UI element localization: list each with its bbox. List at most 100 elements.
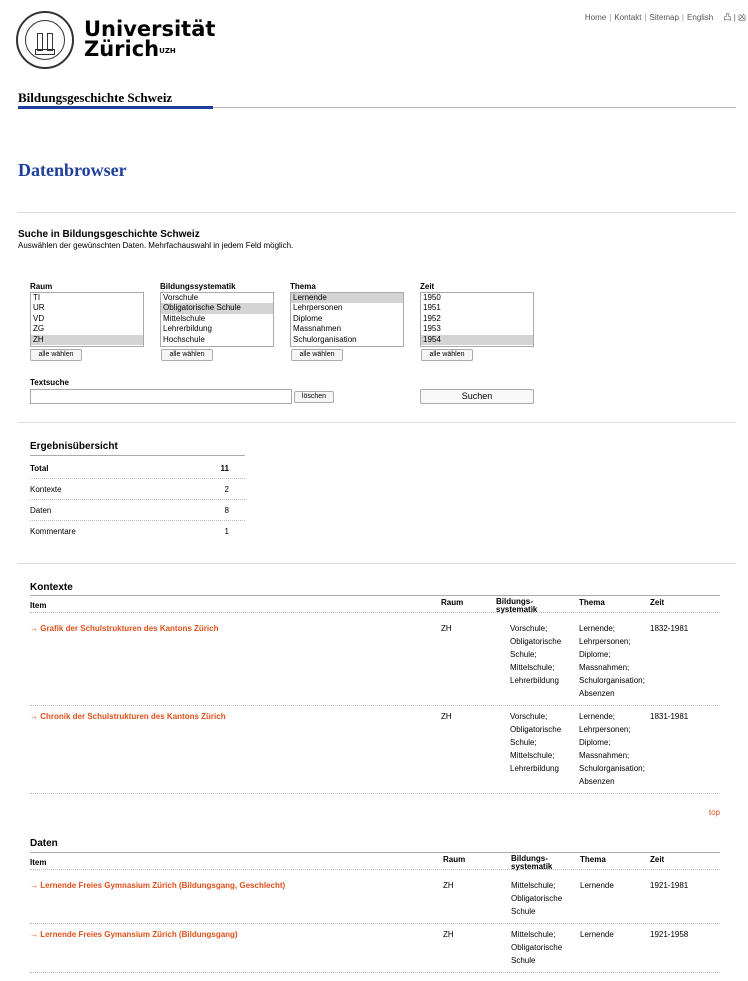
cell-raum: ZH (441, 624, 452, 633)
thema-listbox[interactable]: Lernende Lehrpersonen Diplome Massnahmen Sch… (290, 292, 404, 347)
col-item: Item (30, 601, 47, 610)
listbox-option[interactable]: TI (31, 293, 143, 303)
cell-bildungssystematik: Vorschule; Obligatorische Schule; Mittelsch… (510, 712, 562, 773)
divider (18, 212, 736, 213)
university-abbrev: UZH (159, 47, 176, 55)
listbox-option[interactable]: Lehrerbildung (161, 324, 273, 334)
kontexte-table-header: Item Raum Bildungs-systematik Thema Zeit (30, 595, 720, 614)
table-row: → Grafik der Schulstrukturen des Kantons… (30, 618, 720, 706)
listbox-option[interactable]: VD (31, 314, 143, 324)
cell-raum: ZH (443, 881, 454, 890)
thema-label: Thema (290, 282, 316, 291)
zeit-select-all-button[interactable]: alle wählen (421, 349, 473, 361)
nav-sitemap-link[interactable]: Sitemap (650, 13, 679, 22)
cell-raum: ZH (443, 930, 454, 939)
seal-building-base (35, 49, 55, 55)
cell-zeit: 1831-1981 (650, 712, 689, 721)
listbox-option[interactable]: ZG (31, 324, 143, 334)
search-heading: Suche in Bildungsgeschichte Schweiz (18, 229, 200, 240)
item-link[interactable]: → Grafik der Schulstrukturen des Kantons… (30, 622, 218, 635)
cell-thema: Lernende; Lehrpersonen; Diplome; Massnahmen… (579, 624, 645, 698)
kontexte-heading: Kontexte (30, 582, 73, 593)
seal-inner-ring (25, 20, 65, 60)
listbox-option[interactable]: Lernende (291, 293, 403, 304)
nav-home-link[interactable]: Home (585, 13, 606, 22)
item-link[interactable]: → Chronik der Schulstrukturen des Kanton… (30, 710, 226, 723)
nav-kontakt-link[interactable]: Kontakt (614, 13, 641, 22)
daten-table-header: Item Raum Bildungs-systematik Thema Zeit (30, 852, 720, 871)
raum-listbox[interactable]: TI UR VD ZG ZH (30, 292, 144, 347)
university-seal-logo[interactable] (16, 11, 74, 69)
cell-zeit: 1832-1981 (650, 624, 689, 633)
daten-heading: Daten (30, 838, 58, 849)
bildungssystematik-label: Bildungssystematik (160, 282, 236, 291)
cell-bildungssystematik: Mittelschule; Obligatorische Schule (511, 930, 563, 965)
raum-label: Raum (30, 282, 53, 291)
nav-english-link[interactable]: English (687, 13, 713, 22)
cell-raum: ZH (441, 712, 452, 721)
header-divider (213, 107, 736, 108)
cell-thema: Lernende (580, 881, 614, 890)
search-button[interactable]: Suchen (420, 389, 534, 404)
summary-heading: Ergebnisübersicht (30, 441, 118, 452)
clear-button[interactable]: löschen (294, 391, 334, 403)
cell-zeit: 1921-1981 (650, 881, 689, 890)
top-navigation: Home | Kontakt | Sitemap | English 凸 | 凶 (584, 13, 746, 22)
listbox-option[interactable]: Massnahmen (291, 324, 403, 334)
listbox-option[interactable]: Hochschule (161, 335, 273, 345)
summary-row-daten: Daten 8 (30, 500, 245, 521)
listbox-option[interactable]: 1952 (421, 314, 533, 324)
col-zeit: Zeit (650, 598, 665, 607)
col-raum: Raum (441, 598, 464, 607)
col-bildungssystematik: Bildungs-systematik (496, 597, 538, 614)
zeit-listbox[interactable]: 1950 1951 1952 1953 1954 (420, 292, 534, 347)
listbox-option[interactable]: Vorschule (161, 293, 273, 303)
divider (18, 422, 736, 423)
textsuche-label: Textsuche (30, 378, 69, 387)
col-thema: Thema (579, 598, 605, 607)
search-description: Auswählen der gewünschten Daten. Mehrfac… (18, 241, 294, 250)
table-row: → Chronik der Schulstrukturen des Kanton… (30, 706, 720, 794)
item-link[interactable]: → Lernende Freies Gymnasium Zürich (Bild… (30, 879, 285, 892)
page-title: Datenbrowser (18, 160, 127, 180)
site-title-underline (18, 106, 213, 109)
table-row: → Lernende Freies Gymnasium Zürich (Bild… (30, 875, 720, 924)
listbox-option[interactable]: Lehrpersonen (291, 303, 403, 313)
bildungssystematik-select-all-button[interactable]: alle wählen (161, 349, 213, 361)
table-row: → Lernende Freies Gymansium Zürich (Bild… (30, 924, 720, 973)
col-thema: Thema (580, 855, 606, 864)
listbox-option[interactable]: Schulorganisation (291, 335, 403, 345)
col-zeit: Zeit (650, 855, 665, 864)
back-to-top-link[interactable]: top (709, 808, 720, 817)
summary-row-kontexte: Kontexte 2 (30, 479, 245, 500)
cell-bildungssystematik: Vorschule; Obligatorische Schule; Mittelsch… (510, 624, 562, 685)
listbox-option[interactable]: 1951 (421, 303, 533, 313)
listbox-option[interactable]: 1954 (421, 334, 533, 345)
listbox-option[interactable]: ZH (31, 334, 143, 345)
bildungssystematik-listbox[interactable]: Vorschule Obligatorische Schule Mittelschu… (160, 292, 274, 347)
col-raum: Raum (443, 855, 466, 864)
thema-select-all-button[interactable]: alle wählen (291, 349, 343, 361)
listbox-option[interactable]: 1953 (421, 324, 533, 334)
cell-thema: Lernende (580, 930, 614, 939)
print-icon[interactable]: 凸 | 凶 (723, 13, 746, 22)
zeit-label: Zeit (420, 282, 435, 291)
university-name[interactable]: Universität ZürichUZH (84, 17, 216, 61)
university-name-line1: Universität (84, 17, 216, 41)
listbox-option[interactable]: Mittelschule (161, 314, 273, 324)
textsuche-input[interactable] (30, 389, 292, 404)
col-bildungssystematik: Bildungs-systematik (511, 854, 553, 871)
summary-row-kommentare: Kommentare 1 (30, 527, 229, 536)
listbox-option[interactable]: UR (31, 303, 143, 313)
cell-bildungssystematik: Mittelschule; Obligatorische Schule (511, 881, 563, 916)
university-name-line2: Zürich (84, 37, 160, 61)
divider (18, 563, 736, 564)
raum-select-all-button[interactable]: alle wählen (30, 349, 82, 361)
site-title[interactable]: Bildungsgeschichte Schweiz (18, 90, 172, 106)
cell-thema: Lernende; Lehrpersonen; Diplome; Massnahmen… (579, 712, 645, 786)
listbox-option[interactable]: Obligatorische Schule (161, 303, 273, 314)
listbox-option[interactable]: Diplome (291, 314, 403, 324)
item-link[interactable]: → Lernende Freies Gymansium Zürich (Bild… (30, 928, 238, 941)
cell-zeit: 1921-1958 (650, 930, 689, 939)
listbox-option[interactable]: 1950 (421, 293, 533, 303)
